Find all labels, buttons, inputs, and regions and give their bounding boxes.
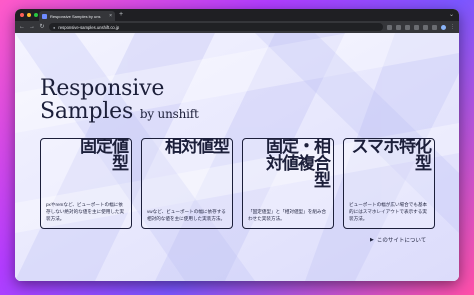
- about-site-link[interactable]: ▶ このサイトについて: [370, 236, 426, 244]
- card-title: 固定・相対値複合型: [266, 138, 331, 191]
- tab-title: Responsive Samples by uns: [50, 13, 101, 19]
- card-description: 「固定値型」と「相対値型」を組み合わせた実装方法。: [248, 209, 327, 221]
- menu-button[interactable]: ⋮: [450, 24, 455, 30]
- browser-toolbar: ← → ↻ ● responsive-samples.unshift.co.jp…: [15, 21, 459, 33]
- back-button[interactable]: ←: [19, 24, 25, 30]
- favicon-icon: [42, 13, 47, 19]
- card-relative-value[interactable]: 相対値型 vwなど、ビューポートの幅に依存する相対的な値を主に使用した実装方法。: [141, 138, 233, 229]
- toolbar-icons: ⋮: [387, 24, 455, 30]
- about-site-label: このサイトについて: [376, 238, 427, 244]
- address-bar[interactable]: ● responsive-samples.unshift.co.jp: [49, 23, 383, 31]
- window-controls: [20, 13, 38, 17]
- web-page: Responsive Samples by unshift 固定値型 pxやre…: [15, 33, 459, 281]
- tab-search-icon[interactable]: ⌄: [449, 11, 454, 19]
- arrow-right-icon: ▶: [370, 237, 374, 243]
- browser-tab[interactable]: Responsive Samples by uns ×: [39, 11, 115, 21]
- new-tab-button[interactable]: +: [119, 11, 123, 19]
- page-title-samples: Samples: [40, 99, 134, 124]
- extension-icon[interactable]: [414, 24, 419, 30]
- tab-close-icon[interactable]: ×: [109, 13, 112, 19]
- hero-heading: Responsive Samples by unshift: [40, 78, 199, 126]
- forward-button[interactable]: →: [29, 24, 35, 30]
- card-fixed-relative-hybrid[interactable]: 固定・相対値複合型 「固定値型」と「相対値型」を組み合わせた実装方法。: [242, 138, 334, 229]
- page-title-line2: Samples by unshift: [40, 100, 199, 126]
- reload-button[interactable]: ↻: [39, 24, 45, 30]
- page-title-line1: Responsive: [40, 76, 165, 101]
- card-description: vwなど、ビューポートの幅に依存する相対的な値を主に使用した実装方法。: [147, 209, 226, 221]
- bookmark-icon[interactable]: [396, 24, 401, 30]
- browser-titlebar: Responsive Samples by uns × + ⌄: [15, 9, 459, 21]
- extension-icon[interactable]: [423, 24, 428, 30]
- share-icon[interactable]: [387, 24, 392, 30]
- puzzle-icon[interactable]: [432, 24, 437, 30]
- maximize-window-icon[interactable]: [34, 13, 38, 17]
- close-window-icon[interactable]: [20, 13, 24, 17]
- minimize-window-icon[interactable]: [27, 13, 31, 17]
- extension-icon[interactable]: [405, 24, 410, 30]
- browser-window: Responsive Samples by uns × + ⌄ ← → ↻ ● …: [15, 9, 459, 281]
- card-smartphone-specialized[interactable]: スマホ特化型 ビューポートの幅が広い場合でも基本的にはスマホレイアウトで表示する…: [343, 138, 435, 229]
- profile-avatar[interactable]: [441, 24, 446, 30]
- card-title: 固定値型: [80, 138, 129, 174]
- card-title: 相対値型: [165, 138, 230, 157]
- url-text: responsive-samples.unshift.co.jp: [58, 24, 120, 30]
- card-description: ビューポートの幅が広い場合でも基本的にはスマホレイアウトで表示する実装方法。: [349, 202, 428, 221]
- page-title-by: by unshift: [139, 107, 199, 121]
- sample-cards: 固定値型 pxやremなど、ビューポートの幅に依存しない絶対的な値を主に使用した…: [40, 138, 435, 229]
- card-title: スマホ特化型: [351, 138, 433, 174]
- card-description: pxやremなど、ビューポートの幅に依存しない絶対的な値を主に使用した実装方法。: [46, 202, 125, 221]
- lock-icon: ●: [53, 24, 56, 30]
- card-fixed-value[interactable]: 固定値型 pxやremなど、ビューポートの幅に依存しない絶対的な値を主に使用した…: [40, 138, 132, 229]
